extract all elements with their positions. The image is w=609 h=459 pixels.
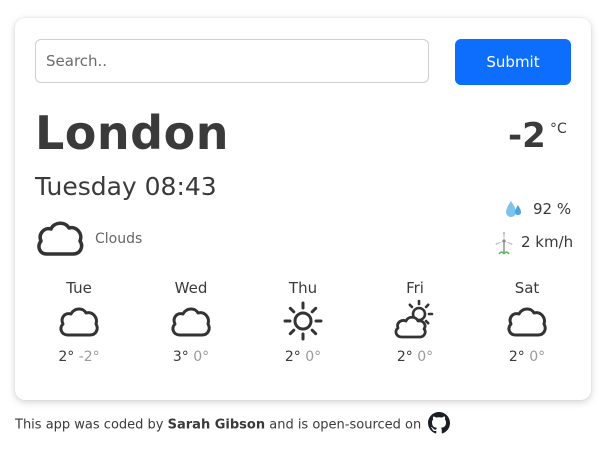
forecast-row: Tue 2° -2° Wed 3° 0° Thu 2° 0° Fri 2° 0°…	[15, 277, 591, 377]
forecast-day: Tue 2° -2°	[39, 277, 119, 365]
forecast-day: Sat 2° 0°	[487, 277, 567, 365]
sun-icon	[283, 301, 323, 341]
humidity-icon	[506, 201, 521, 217]
forecast-max-temp: 2°	[396, 349, 413, 365]
temperature-unit[interactable]: °C	[550, 121, 567, 137]
footer-suffix: and is open-sourced on	[269, 417, 422, 433]
cloud-icon	[37, 221, 84, 256]
forecast-day: Thu 2° 0°	[263, 277, 343, 365]
current-temperature: -2	[508, 116, 546, 156]
forecast-day-label: Sat	[514, 279, 540, 297]
forecast-day: Wed 3° 0°	[151, 277, 231, 365]
forecast-day-label: Thu	[288, 279, 318, 297]
weather-card: Submit London Tuesday 08:43 Clouds -2 °C…	[15, 18, 591, 400]
forecast-day-label: Wed	[174, 279, 208, 297]
forecast-min-temp: 0°	[417, 349, 434, 365]
forecast-max-temp: 2°	[508, 349, 525, 365]
wind-turbine-icon	[495, 232, 513, 255]
cloud-icon	[59, 307, 99, 337]
forecast-day-label: Tue	[66, 279, 92, 297]
forecast-min-temp: 0°	[529, 349, 546, 365]
author-link[interactable]: Sarah Gibson	[168, 418, 265, 433]
forecast-max-temp: 2°	[284, 349, 301, 365]
forecast-max-temp: 2°	[58, 349, 75, 365]
forecast-max-temp: 3°	[172, 349, 189, 365]
weather-description: Clouds	[95, 231, 143, 247]
cloud-icon	[171, 307, 211, 337]
forecast-day: Fri 2° 0°	[375, 277, 455, 365]
city-name: London	[35, 106, 229, 160]
forecast-day-label: Fri	[406, 279, 424, 297]
github-icon[interactable]	[428, 412, 451, 434]
wind-speed-value: 2 km/h	[521, 233, 574, 251]
search-input[interactable]	[35, 39, 429, 83]
forecast-min-temp: -2°	[78, 349, 100, 365]
cloud-icon	[507, 307, 547, 337]
humidity-value: 92 %	[533, 200, 572, 218]
date-time: Tuesday 08:43	[35, 172, 217, 201]
submit-button[interactable]: Submit	[455, 39, 571, 85]
footer: This app was coded by Sarah Gibson and i…	[15, 412, 451, 436]
forecast-min-temp: 0°	[305, 349, 322, 365]
footer-prefix: This app was coded by	[15, 417, 164, 433]
forecast-min-temp: 0°	[193, 349, 210, 365]
partly-cloudy-icon	[394, 299, 434, 339]
